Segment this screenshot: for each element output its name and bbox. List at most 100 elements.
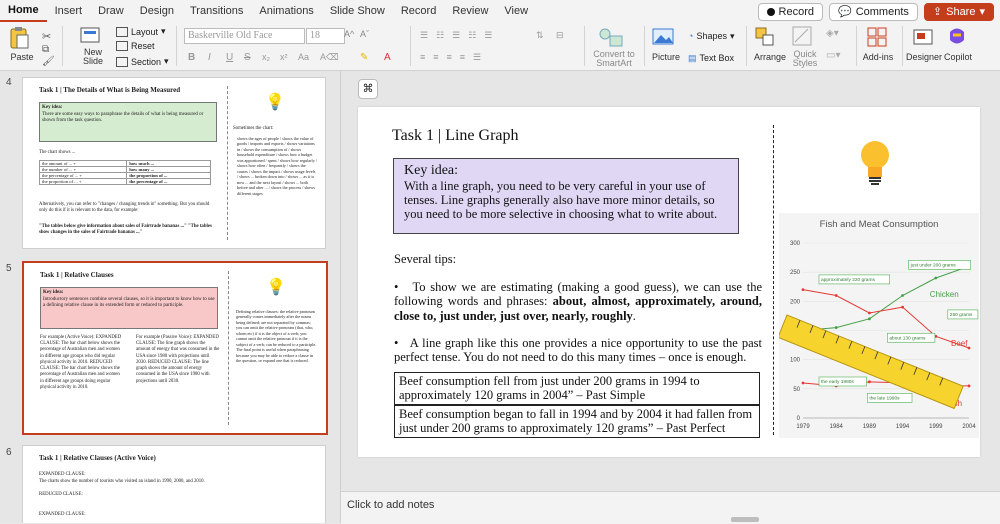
smartart-icon[interactable] (598, 26, 624, 48)
bullet-icon: • (394, 336, 410, 350)
change-case-icon[interactable]: Aa (298, 52, 309, 62)
clear-format-icon[interactable]: A⌫ (320, 52, 339, 63)
new-slide-icon[interactable] (80, 25, 102, 45)
addins-label: Add-ins (862, 52, 894, 62)
designer-icon[interactable] (912, 26, 934, 48)
data-point-beef (834, 294, 838, 297)
font-size-field[interactable]: 18 (306, 28, 345, 44)
tips-heading[interactable]: Several tips: (394, 252, 456, 267)
y-tick-label: 250 (790, 270, 801, 276)
tab-home[interactable]: Home (0, 0, 47, 22)
copy-icon[interactable]: ⧉ (42, 44, 49, 55)
format-painter-icon[interactable]: 🖌 (42, 56, 55, 67)
tab-review[interactable]: Review (444, 0, 496, 22)
ribbon: Paste ✂ ⧉ 🖌 New Slide Layout ▾ Reset Sect… (0, 22, 1000, 71)
arrange-icon[interactable] (754, 26, 778, 48)
view-toggle-icon[interactable]: ⌘ (358, 79, 378, 99)
share-button[interactable]: ⇪ Share ▾ (923, 3, 994, 21)
x-tick-label: 2004 (962, 424, 976, 430)
section-icon (116, 56, 128, 67)
text-direction-icon[interactable]: ⇅ (536, 30, 544, 41)
data-point-chicken (901, 294, 904, 297)
superscript-icon[interactable]: x² (280, 52, 288, 62)
paste-label: Paste (10, 52, 34, 62)
lightbulb-icon (861, 141, 889, 185)
shapes-button[interactable]: ◔ Shapes ▾ (688, 31, 735, 42)
thumbnail-text: The charts show the number of tourists w… (39, 479, 205, 484)
copilot-label: Copilot (943, 52, 972, 62)
bold-icon[interactable]: B (188, 52, 195, 63)
tab-slide-show[interactable]: Slide Show (322, 0, 393, 22)
slide-canvas[interactable]: Task 1 | Line Graph Key idea: With a lin… (358, 107, 980, 457)
shape-outline-icon[interactable]: ▭▾ (826, 50, 840, 61)
font-color-icon[interactable]: A (384, 52, 391, 63)
slide-title[interactable]: Task 1 | Line Graph (392, 127, 519, 145)
example-box-1[interactable]: Beef consumption fell from just under 20… (394, 372, 760, 405)
notes-pane[interactable]: Click to add notes (341, 491, 1000, 524)
line-chart[interactable]: Fish and Meat Consumption050100150200250… (779, 213, 979, 438)
data-point-fish (868, 380, 871, 384)
underline-icon[interactable]: U (226, 52, 233, 63)
reset-button[interactable]: Reset (116, 41, 155, 51)
slide-thumbnail-4[interactable]: Task 1 | The Details of What is Being Me… (22, 77, 326, 249)
record-button[interactable]: Record (757, 3, 823, 21)
tab-draw[interactable]: Draw (90, 0, 132, 22)
x-tick-label: 1989 (863, 424, 877, 430)
y-tick-label: 300 (790, 241, 801, 247)
quick-styles-icon[interactable] (792, 26, 814, 46)
textbox-label: Text Box (699, 53, 735, 63)
tab-insert[interactable]: Insert (47, 0, 91, 22)
example-box-2[interactable]: Beef consumption began to fall in 1994 a… (394, 405, 760, 438)
tab-design[interactable]: Design (132, 0, 182, 22)
tip-bullet-2[interactable]: • A line graph like this one provides a … (394, 336, 762, 365)
lightbulb-icon: 💡 (266, 279, 286, 296)
tab-animations[interactable]: Animations (251, 0, 321, 22)
chevron-down-icon: ▾ (161, 26, 166, 36)
y-tick-label: 200 (790, 299, 801, 305)
shape-fill-icon[interactable]: ◈▾ (826, 28, 839, 39)
data-point-beef (801, 288, 805, 292)
y-tick-label: 100 (790, 358, 801, 364)
key-idea-text: With a line graph, you need to be very c… (404, 179, 718, 221)
picture-icon[interactable] (652, 28, 676, 46)
tip-bullet-1[interactable]: • To show we are estimating (making a go… (394, 280, 762, 323)
tip-text: A line graph like this one provides a ni… (394, 336, 763, 365)
tab-view[interactable]: View (496, 0, 536, 22)
thumbnail-text: "The tables below give information about… (39, 224, 212, 236)
paste-icon[interactable] (8, 26, 30, 50)
slide-thumbnail-6[interactable]: Task 1 | Relative Clauses (Active Voice)… (22, 445, 326, 523)
tab-transitions[interactable]: Transitions (182, 0, 251, 22)
cut-icon[interactable]: ✂ (42, 30, 51, 43)
section-button[interactable]: Section ▾ (116, 56, 169, 67)
slide-thumbnail-pane[interactable]: 4 Task 1 | The Details of What is Being … (0, 71, 341, 523)
increase-font-icon[interactable]: A^ (344, 29, 354, 39)
addins-icon[interactable] (866, 26, 888, 48)
align-icons[interactable]: ≡≡≡≡☰ (420, 52, 489, 63)
slide-number: 5 (6, 263, 12, 274)
series-label: Beef (951, 339, 968, 348)
key-idea-box[interactable]: Key idea: With a line graph, you need to… (393, 158, 739, 234)
textbox-button[interactable]: ▤ Text Box (688, 53, 734, 64)
thumbnail-text: shows the ages of people / shows the val… (237, 136, 318, 196)
align-text-icon[interactable]: ⊟ (556, 30, 564, 41)
thumbnail-key-box: Key idea: There are some easy ways to pa… (39, 102, 217, 142)
decrease-font-icon[interactable]: Aˇ (360, 29, 369, 39)
annotation-text: just under 200 grams (910, 262, 957, 268)
layout-button[interactable]: Layout ▾ (116, 26, 166, 37)
strikethrough-icon[interactable]: S (244, 52, 251, 63)
list-icons[interactable]: ☰☷☰☷☰ (420, 30, 500, 41)
highlight-icon[interactable]: ✎ (360, 52, 368, 63)
data-point-fish (967, 384, 971, 388)
copilot-icon[interactable] (946, 26, 968, 48)
comments-button[interactable]: 💬 Comments (829, 3, 918, 21)
slide-thumbnail-5[interactable]: Task 1 | Relative Clauses Key idea: Intr… (22, 261, 328, 435)
horizontal-scrollbar[interactable] (731, 517, 759, 522)
font-name-field[interactable]: Baskerville Old Face (184, 28, 305, 44)
share-button-label: Share (946, 6, 976, 18)
notes-placeholder: Click to add notes (347, 499, 435, 511)
italic-icon[interactable]: I (208, 52, 211, 63)
subscript-icon[interactable]: x₂ (262, 52, 270, 62)
tab-record[interactable]: Record (393, 0, 444, 22)
reset-label: Reset (131, 41, 155, 51)
data-point-beef (868, 311, 871, 315)
